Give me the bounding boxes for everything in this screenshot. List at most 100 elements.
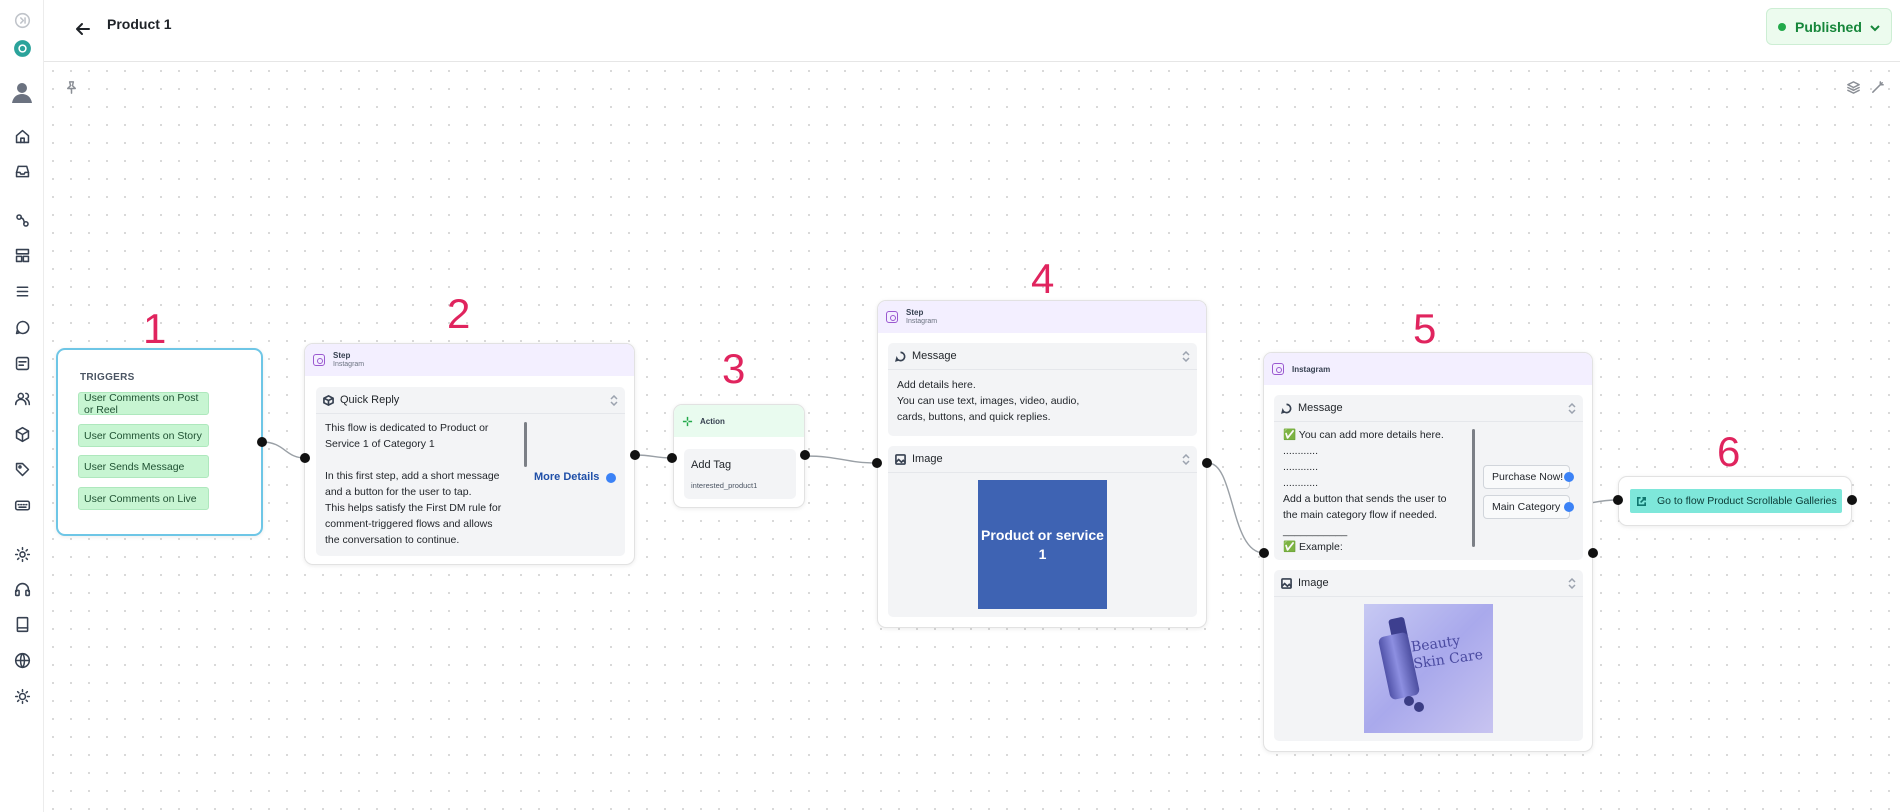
- panel-title: Message: [912, 350, 957, 362]
- message-step-node[interactable]: Step Instagram Message Add details here.…: [877, 300, 1207, 628]
- message-text[interactable]: This flow is dedicated to Product or Ser…: [325, 420, 525, 548]
- message-panel[interactable]: Message ✅ You can add more details here.…: [1274, 395, 1583, 560]
- globe-icon[interactable]: [11, 649, 33, 671]
- chevron-down-icon: [1869, 21, 1881, 33]
- node-subtitle: Instagram: [333, 361, 365, 368]
- settings-icon[interactable]: [11, 543, 33, 565]
- connector-handle[interactable]: [1259, 548, 1269, 558]
- connector-handle[interactable]: [257, 437, 267, 447]
- status-dot: [1778, 22, 1786, 31]
- node-header: Instagram: [1264, 353, 1592, 385]
- message-text[interactable]: Add details here. You can use text, imag…: [897, 377, 1079, 425]
- connector-handle[interactable]: [800, 450, 810, 460]
- connector-handle[interactable]: [1613, 495, 1623, 505]
- panel-title: Image: [912, 453, 943, 465]
- trigger-item[interactable]: User Comments on Post or Reel: [78, 392, 209, 416]
- instagram-icon: [313, 354, 325, 366]
- avatar-icon[interactable]: [9, 79, 35, 105]
- home-icon[interactable]: [11, 125, 33, 147]
- sidebar: [0, 0, 44, 812]
- quick-reply-button[interactable]: More Details: [534, 471, 599, 483]
- triggers-node[interactable]: TRIGGERS User Comments on Post or Reel U…: [56, 348, 263, 536]
- panel-title: Image: [1298, 577, 1329, 589]
- trigger-item[interactable]: User Comments on Story: [78, 424, 209, 447]
- panel-header: Message: [888, 343, 1197, 370]
- connector-handle[interactable]: [872, 458, 882, 468]
- quick-reply-step-node[interactable]: Step Instagram Quick Reply This flow is …: [304, 343, 635, 565]
- button-output-dot[interactable]: [1564, 472, 1574, 482]
- external-link-icon: [1637, 496, 1646, 506]
- layers-icon[interactable]: [1844, 78, 1862, 96]
- logo-icon[interactable]: [11, 37, 33, 59]
- panel-title: Add Tag: [691, 459, 732, 471]
- scrollbar[interactable]: [524, 422, 527, 467]
- box-icon[interactable]: [11, 423, 33, 445]
- panel-title: Message: [1298, 402, 1343, 414]
- image-panel[interactable]: Image Beauty Skin Care: [1274, 570, 1583, 741]
- connector-handle[interactable]: [1847, 495, 1857, 505]
- purchase-now-button[interactable]: Purchase Now!: [1483, 465, 1570, 489]
- node-header: Step Instagram: [305, 344, 634, 376]
- connector-handle[interactable]: [667, 453, 677, 463]
- annotation-number: 6: [1717, 428, 1741, 475]
- magic-wand-icon[interactable]: [1868, 78, 1886, 96]
- list-icon[interactable]: [11, 280, 33, 302]
- message-text[interactable]: ✅ You can add more details here. .......…: [1283, 427, 1473, 555]
- connector-handle[interactable]: [1588, 548, 1598, 558]
- page-title: Product 1: [107, 16, 172, 32]
- image-icon: [1281, 577, 1292, 589]
- image-panel[interactable]: Image Product or service 1: [888, 446, 1197, 617]
- expand-collapse-icon[interactable]: [1182, 350, 1190, 363]
- chat-icon[interactable]: [11, 316, 33, 338]
- book-icon[interactable]: [11, 613, 33, 635]
- scrollbar[interactable]: [1472, 429, 1475, 547]
- button-output-dot[interactable]: [1564, 502, 1574, 512]
- trigger-item[interactable]: User Sends Message: [78, 455, 209, 478]
- publish-status-button[interactable]: Published: [1766, 8, 1892, 45]
- templates-icon[interactable]: [11, 244, 33, 266]
- collapse-icon[interactable]: [11, 9, 33, 31]
- action-node[interactable]: Action Add Tag interested_product1: [673, 404, 805, 508]
- inbox-icon[interactable]: [11, 160, 33, 182]
- trigger-item[interactable]: User Comments on Live: [78, 487, 209, 510]
- tag-value: interested_product1: [691, 481, 758, 490]
- connector-handle[interactable]: [630, 450, 640, 460]
- annotation-number: 1: [143, 305, 167, 352]
- connector-handle[interactable]: [1202, 458, 1212, 468]
- node-title: Action: [700, 416, 725, 426]
- annotation-number: 5: [1413, 305, 1437, 352]
- theme-icon[interactable]: [11, 685, 33, 707]
- expand-collapse-icon[interactable]: [1568, 402, 1576, 415]
- back-button[interactable]: [70, 16, 96, 42]
- main-category-button[interactable]: Main Category: [1483, 495, 1570, 519]
- chat-bubble-icon: [1281, 403, 1292, 414]
- expand-collapse-icon[interactable]: [1568, 577, 1576, 590]
- message-panel[interactable]: Message Add details here. You can use te…: [888, 343, 1197, 436]
- triggers-title: TRIGGERS: [80, 372, 135, 383]
- keyboard-icon[interactable]: [11, 494, 33, 516]
- support-icon[interactable]: [11, 578, 33, 600]
- pin-icon[interactable]: [62, 78, 80, 96]
- quick-reply-panel[interactable]: Quick Reply This flow is dedicated to Pr…: [316, 387, 625, 556]
- expand-collapse-icon[interactable]: [1182, 453, 1190, 466]
- add-tag-panel[interactable]: Add Tag interested_product1: [684, 449, 796, 499]
- product-image: Product or service 1: [978, 480, 1107, 609]
- beauty-skin-care-image: Beauty Skin Care: [1364, 604, 1493, 733]
- cube-icon: [323, 394, 334, 406]
- node-header: Action: [674, 405, 804, 437]
- panel-header: Message: [1274, 395, 1583, 422]
- forms-icon[interactable]: [11, 352, 33, 374]
- goto-flow-button[interactable]: Go to flow Product Scrollable Galleries: [1630, 489, 1842, 513]
- panel-header: Quick Reply: [316, 387, 625, 414]
- tag-icon[interactable]: [11, 458, 33, 480]
- image-icon: [895, 453, 906, 465]
- instagram-icon: [1272, 363, 1284, 375]
- node-subtitle: Instagram: [906, 318, 938, 325]
- contacts-icon[interactable]: [11, 387, 33, 409]
- expand-collapse-icon[interactable]: [610, 394, 618, 407]
- panel-header: Image: [888, 446, 1197, 473]
- connector-handle[interactable]: [300, 453, 310, 463]
- button-output-dot[interactable]: [606, 473, 616, 483]
- flows-icon[interactable]: [11, 209, 33, 231]
- category-step-node[interactable]: Instagram Message ✅ You can add more det…: [1263, 352, 1593, 752]
